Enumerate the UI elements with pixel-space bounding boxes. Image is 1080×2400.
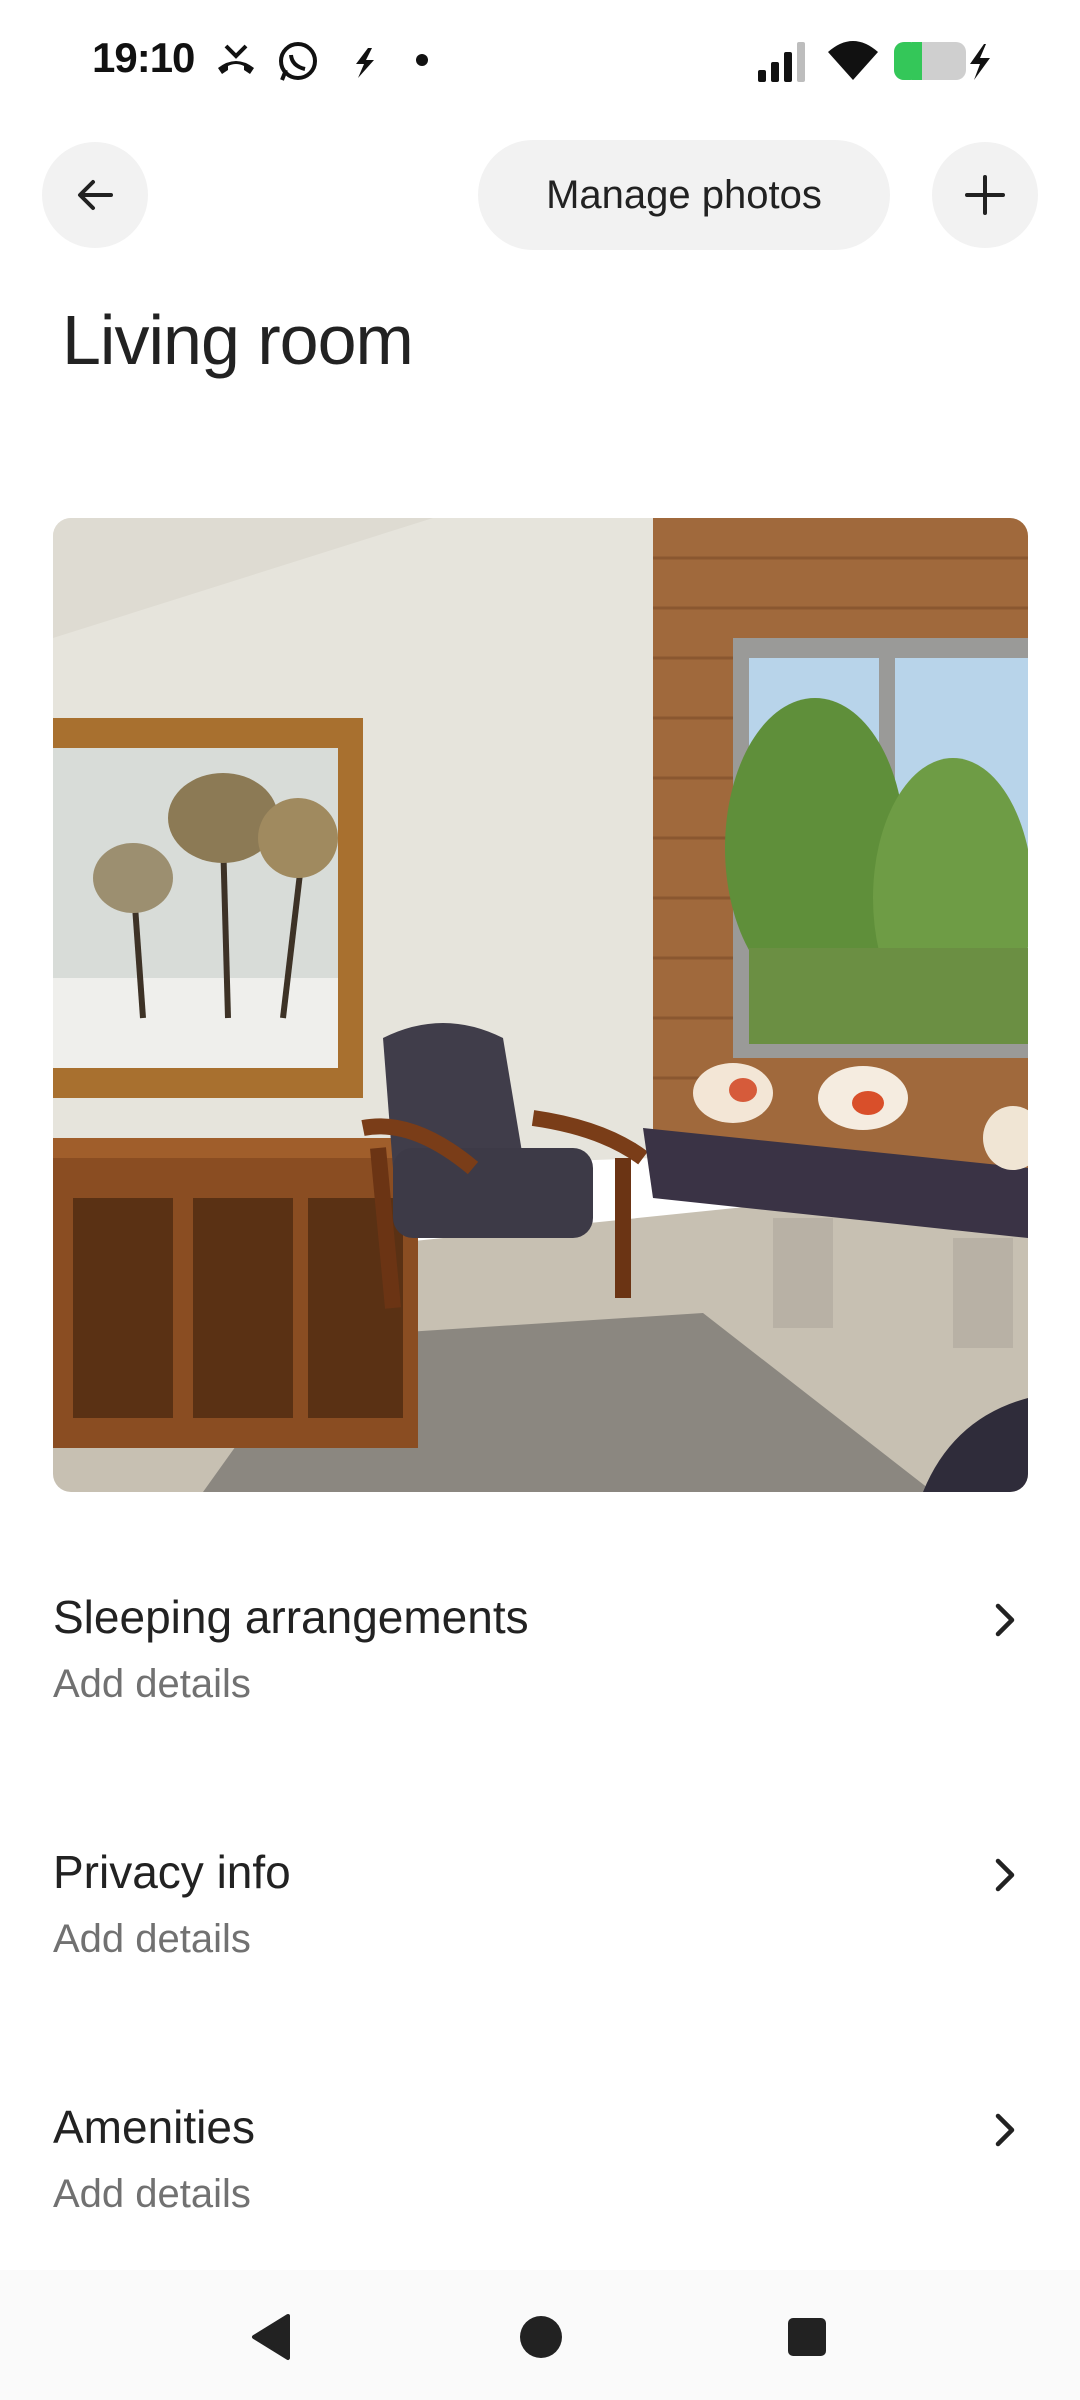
privacy-info-title: Privacy info	[53, 1846, 291, 1898]
page-title: Living room	[62, 301, 414, 379]
privacy-info-subtitle: Add details	[53, 1917, 251, 1961]
add-photo-button[interactable]	[932, 142, 1038, 248]
back-button[interactable]	[42, 142, 148, 248]
living-room-photo[interactable]	[53, 518, 1028, 1492]
home-circle-icon[interactable]	[518, 2314, 564, 2360]
status-bar: 19:10	[0, 0, 1080, 120]
whatsapp-icon	[279, 42, 317, 81]
bolt-app-icon	[356, 48, 374, 78]
plus-icon	[965, 175, 1005, 215]
sleeping-arrangements-subtitle: Add details	[53, 1662, 251, 1706]
arrow-left-icon	[78, 180, 113, 210]
missed-call-icon	[218, 44, 254, 74]
signal-icon	[758, 42, 805, 82]
chevron-right-icon	[995, 1603, 1015, 1637]
list-item-sleeping-arrangements[interactable]: Sleeping arrangements Add details	[53, 1590, 1028, 1760]
amenities-title: Amenities	[53, 2101, 255, 2153]
sleeping-arrangements-title: Sleeping arrangements	[53, 1591, 529, 1643]
list-item-amenities[interactable]: Amenities Add details	[53, 2100, 1028, 2270]
chevron-right-icon	[995, 2113, 1015, 2147]
amenities-subtitle: Add details	[53, 2172, 251, 2216]
dot-icon	[416, 54, 428, 66]
battery-charging-icon	[894, 42, 990, 80]
wifi-icon	[828, 41, 878, 80]
recents-square-icon[interactable]	[786, 2316, 828, 2358]
system-nav-bar	[0, 2270, 1080, 2400]
list-item-privacy-info[interactable]: Privacy info Add details	[53, 1845, 1028, 2015]
manage-photos-button[interactable]: Manage photos	[478, 140, 890, 250]
back-triangle-icon[interactable]	[248, 2312, 294, 2362]
chevron-right-icon	[995, 1858, 1015, 1892]
status-time: 19:10	[92, 34, 195, 81]
